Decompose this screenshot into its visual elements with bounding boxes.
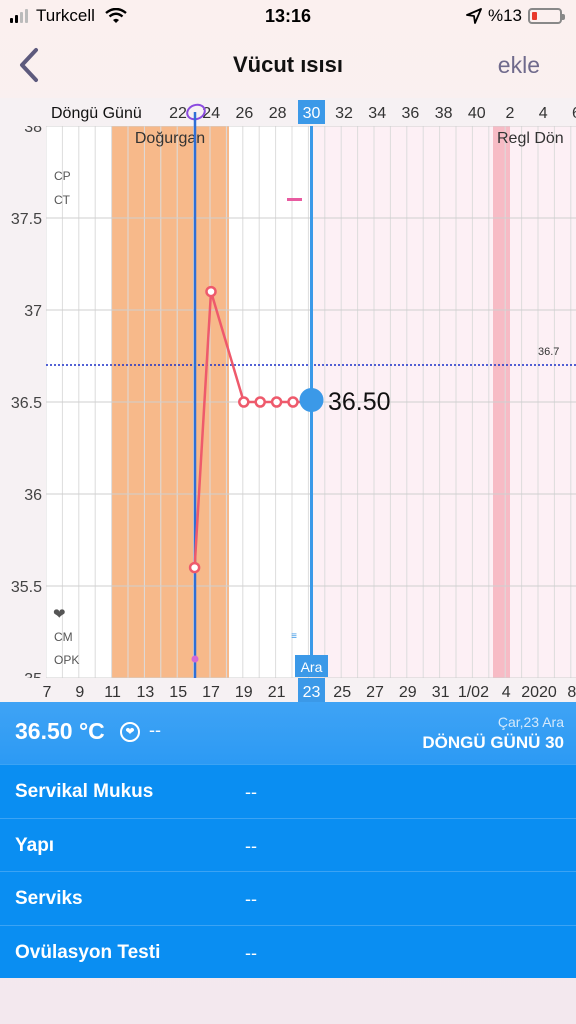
y-tick-label: 37.5 — [11, 211, 42, 228]
cycle-day-tick: 26 — [236, 105, 254, 122]
ct-label: CT — [54, 193, 71, 207]
temperature-point[interactable] — [254, 396, 266, 408]
date-tick: 27 — [366, 684, 384, 701]
cycle-day-tick: 40 — [468, 105, 486, 122]
cycle-day-tick: 38 — [435, 105, 453, 122]
y-tick-label: 37 — [24, 303, 42, 320]
temperature-extra: -- — [149, 720, 161, 740]
temperature-point[interactable] — [205, 285, 217, 298]
row-ovulation-test[interactable]: Ovülasyon Testi -- — [0, 924, 576, 979]
date-tick: 31 — [432, 684, 450, 701]
row-value: -- — [245, 782, 257, 802]
date-tick: 2020 — [521, 684, 557, 701]
y-tick-label: 36.5 — [11, 395, 42, 412]
date-tick: 17 — [202, 684, 220, 701]
cm-marker-icon: ≡ — [291, 631, 297, 642]
date-tick: 9 — [75, 684, 84, 701]
date-tick: 25 — [333, 684, 351, 701]
opk-label: OPK — [54, 653, 79, 667]
cycle-day-header: Döngü Günü — [51, 105, 142, 122]
date-tick: 1/02 — [458, 684, 489, 701]
y-tick-label: 35.5 — [11, 579, 42, 596]
date-tick: 15 — [169, 684, 187, 701]
chart-svg[interactable]: 3837.53736.53635.535 CP CT ❤ CM OPK 2224… — [0, 98, 576, 702]
row-value: -- — [245, 835, 257, 856]
selected-month: Ara — [301, 659, 323, 675]
y-tick-label: 36 — [24, 487, 42, 504]
date-tick: 29 — [399, 684, 417, 701]
temperature-point[interactable] — [287, 396, 299, 408]
panel-header[interactable]: 36.50 °C ❤ -- Çar,23 Ara DÖNGÜ GÜNÜ 30 — [0, 702, 576, 764]
row-cervical-mucus[interactable]: Servikal Mukus -- — [0, 764, 576, 818]
current-value-label: 36.50 — [328, 388, 391, 416]
status-bar: Turkcell 13:16 %13 — [0, 0, 576, 34]
date-tick: 8 — [567, 684, 576, 701]
row-cervix[interactable]: Serviks -- — [0, 871, 576, 925]
location-arrow-icon — [466, 8, 482, 24]
date-tick: 4 — [502, 684, 511, 701]
cycle-day-tick: 2 — [506, 105, 515, 122]
nav-bar: Vücut ısısı ekle — [0, 40, 576, 92]
bottom-axis-band — [0, 678, 576, 702]
date-tick: 21 — [268, 684, 286, 701]
date-tick: 19 — [235, 684, 253, 701]
temperature-point[interactable] — [238, 396, 250, 408]
row-label: Serviks — [15, 888, 83, 909]
cycle-day-tick: 32 — [335, 105, 353, 122]
temperature-point[interactable] — [270, 396, 283, 408]
page-title: Vücut ısısı — [232, 52, 344, 77]
cycle-day-tick: 22 — [169, 105, 187, 122]
row-label: Ovülasyon Testi — [15, 941, 161, 963]
cm-label: CM — [54, 630, 73, 644]
row-texture[interactable]: Yapı -- — [0, 817, 576, 872]
date-tick: 13 — [137, 684, 155, 701]
status-right: %13 — [466, 6, 565, 26]
heart-icon: ❤ — [53, 606, 66, 623]
row-label: Yapı — [15, 834, 55, 856]
heart-icon[interactable]: ❤ — [120, 722, 140, 742]
date-tick: 7 — [43, 684, 52, 701]
temperature-value: 36.50 °C — [15, 718, 105, 744]
opk-marker — [191, 655, 199, 663]
selected-cycle-day: 30 — [303, 105, 321, 122]
cycle-day-tick: 4 — [539, 105, 548, 122]
battery-icon — [528, 8, 565, 24]
period-label: Regl Dön — [497, 130, 564, 147]
battery-percent: %13 — [487, 6, 522, 25]
detail-panel: 36.50 °C ❤ -- Çar,23 Ara DÖNGÜ GÜNÜ 30 S… — [0, 702, 576, 978]
row-value: -- — [245, 889, 257, 909]
row-label: Servikal Mukus — [15, 781, 154, 802]
selected-point[interactable] — [299, 388, 324, 412]
cp-label: CP — [54, 169, 71, 183]
temperature-point[interactable] — [188, 561, 201, 574]
panel-date: Çar,23 Ara — [497, 714, 564, 730]
ct-marker — [287, 198, 302, 201]
selected-date: 23 — [303, 684, 321, 701]
add-button[interactable]: ekle — [498, 52, 540, 79]
cycle-day-tick: 28 — [269, 105, 287, 122]
cycle-day-tick: 6 — [572, 105, 576, 122]
date-tick: 11 — [104, 684, 121, 701]
coverline-label: 36.7 — [538, 346, 559, 358]
cycle-day-tick: 36 — [402, 105, 420, 122]
cycle-day-tick: 34 — [368, 105, 386, 122]
row-value: -- — [245, 942, 257, 963]
temperature-chart[interactable]: 3837.53736.53635.535 CP CT ❤ CM OPK 2224… — [0, 98, 576, 702]
panel-cycle-day: DÖNGÜ GÜNÜ 30 — [422, 733, 564, 752]
